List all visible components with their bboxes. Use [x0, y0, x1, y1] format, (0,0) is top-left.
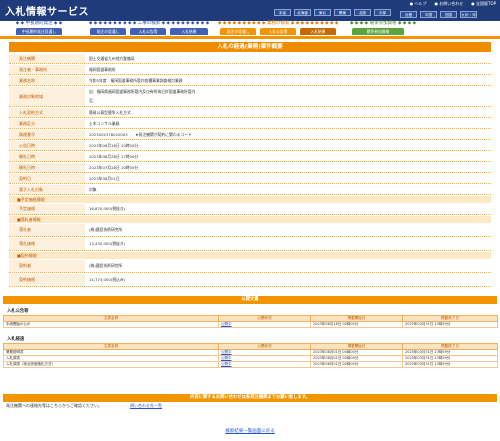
- region-tab-kinki[interactable]: 近畿: [400, 11, 417, 18]
- page-title: 入札の経過(業務)案件概要: [9, 42, 491, 52]
- field-row: 契約日 2023年08月01日: [9, 174, 491, 184]
- tab-construction-outlook[interactable]: 発注の見通し: [90, 28, 126, 35]
- region-tab-chubu[interactable]: 中部: [374, 9, 391, 16]
- field-row: 公告日時 2023年06月16日 10時00分: [9, 141, 491, 151]
- table-row: 手続開始の公示 公開中 2023年06月16日 00時00分 2025年03月31日 …: [3, 321, 498, 328]
- field-row: 契約者 (株)建設技術研究所: [9, 260, 491, 273]
- contact-list-link[interactable]: 問い合わせ先一覧: [130, 403, 162, 409]
- nav-groups: ◆ ◆ 中長期的発注 ◆ ◆ 中長期的発注見通し ◆ ◆ ◆ ◆ ◆ ◆ ◆ ◆…: [0, 21, 500, 36]
- tab-service-notice[interactable]: 入札公告等: [260, 28, 296, 35]
- region-tab-kyushu[interactable]: 九州・沖縄: [460, 11, 477, 18]
- field-row: 業務対象地域 自：福岡県福岡国道事務所管内及び有明海沿岸国道事務所管内 至：: [9, 87, 491, 107]
- field-row: 契約価格 14,773,000(税込み): [9, 274, 491, 287]
- contact-link[interactable]: ● お問い合わせ: [434, 1, 463, 7]
- section-winner: ■落札者情報: [9, 216, 491, 223]
- tab-construction-result[interactable]: 入札結果: [170, 28, 208, 35]
- field-row: 発注者・事務所 福岡国道事務所: [9, 65, 491, 75]
- tab-longterm-outlook[interactable]: 中長期的発注見通し: [16, 28, 62, 35]
- nav-group-qualification: ◆ ◆ ◆ ◆ 競争参加資格 ◆ ◆ ◆ ◆ 競争参加資格: [350, 21, 417, 35]
- national-top-link[interactable]: ● 全国版TOP: [471, 1, 496, 7]
- field-row: 調達番号 2023002378020003 ★発注機関が契約に関わるコード: [9, 130, 491, 140]
- result-docs-table: 文書名称 公開状況 掲載開始日 掲載終了日 業務説明書 公開中 2023年08月01日 0…: [3, 343, 498, 368]
- field-row: 開札日時 2023年07月28日 10時00分: [9, 163, 491, 173]
- contact-text: 発注機関への連絡先等はこちらからご確認ください。: [6, 403, 102, 408]
- region-tab-shikoku[interactable]: 四国: [440, 11, 457, 18]
- region-tab-kanto[interactable]: 関東: [334, 9, 351, 16]
- region-tab-hokuriku[interactable]: 北陸: [354, 9, 371, 16]
- notice-docs-table: 文書名称 公開状況 掲載開始日 掲載終了日 手続開始の公示 公開中 2023年06月16日…: [3, 315, 498, 328]
- contact-bar: 内容に関するお問い合わせは各発注機関までお願い致します。: [3, 394, 497, 402]
- nav-group-construction: ◆ ◆ ◆ ◆ ◆ ◆ ◆ ◆ ◆ ◆ 工事の検索 ◆ ◆ ◆ ◆ ◆ ◆ ◆ …: [88, 21, 210, 35]
- field-row: 業務名称 令和5年度 福岡国道事務所管内各種事業調査検討業務: [9, 76, 491, 86]
- field-row: 電子入札対象 対象: [9, 185, 491, 195]
- field-row: 落札者 (株)建設技術研究所: [9, 224, 491, 237]
- top-links: ● ヘルプ ● お問い合わせ ● 全国版TOP: [410, 1, 496, 7]
- region-tabs-row2: 近畿 中国 四国 九州・沖縄: [400, 11, 477, 18]
- field-row: 業務区分 土木コンサル業務: [9, 119, 491, 129]
- region-tab-honsho[interactable]: 本省: [274, 9, 291, 16]
- tab-qualification[interactable]: 競争参加資格: [352, 28, 404, 35]
- section-contract: ■契約情報: [9, 252, 491, 259]
- back-to-results-link[interactable]: 検索結果一覧画面に戻る: [0, 428, 500, 434]
- field-row: 開札日時 2023年06月28日 17時00分: [9, 152, 491, 162]
- region-tab-tohoku[interactable]: 東北: [314, 9, 331, 16]
- tab-construction-notice[interactable]: 入札公告等: [130, 28, 166, 35]
- region-tab-hokkaido[interactable]: 北海道: [294, 9, 311, 16]
- site-logo[interactable]: 入札情報サービス: [5, 3, 89, 18]
- section-plan-price: ■予定価格情報: [9, 196, 491, 203]
- notice-docs-heading: 入札公告等: [7, 309, 29, 314]
- documents-bar: 公開文書: [3, 296, 497, 304]
- field-row: 発注機関 国土交通省九州地方整備局: [9, 54, 491, 64]
- table-row: 入札調書（総合評価落札方式） 公開中 2023年08月01日 00時00分 2025年…: [3, 361, 498, 368]
- document-link[interactable]: 公開中: [218, 361, 311, 368]
- region-tab-chugoku[interactable]: 中国: [420, 11, 437, 18]
- nav-group-service: ◆ ◆ ◆ ◆ ◆ ◆ ◆ ◆ ◆ ◆ 業務の検索 ◆ ◆ ◆ ◆ ◆ ◆ ◆ …: [218, 21, 339, 35]
- tab-service-outlook[interactable]: 発注の見通し: [220, 28, 256, 35]
- field-row: 予定価格 16,870,000(税抜き): [9, 204, 491, 215]
- document-link[interactable]: 公開中: [218, 321, 311, 328]
- tab-service-result[interactable]: 入札結果: [300, 28, 336, 35]
- region-tabs-row1: 本省 北海道 東北 関東 北陸 中部: [274, 9, 391, 16]
- field-row: 落札価格 13,430,000(税抜き): [9, 238, 491, 251]
- nav-underline: [0, 36, 500, 39]
- header-bar: 入札情報サービス ● ヘルプ ● お問い合わせ ● 全国版TOP 本省 北海道 …: [0, 0, 500, 21]
- result-docs-heading: 入札経過: [7, 337, 25, 342]
- nav-group-longterm: ◆ ◆ 中長期的発注 ◆ ◆ 中長期的発注見通し: [15, 21, 63, 35]
- help-link[interactable]: ● ヘルプ: [410, 1, 427, 7]
- field-row: 入札契約方式 簡易公募型競争入札方式: [9, 108, 491, 118]
